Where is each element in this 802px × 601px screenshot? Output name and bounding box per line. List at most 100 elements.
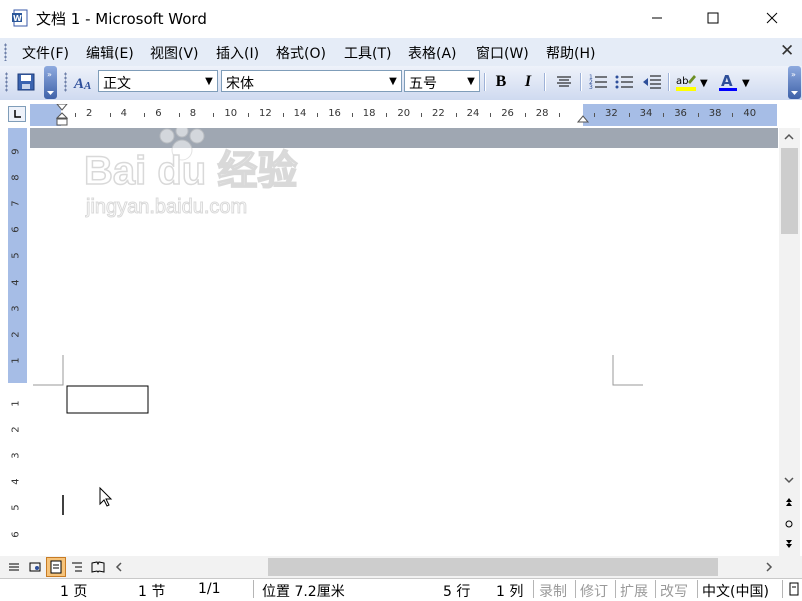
- save-button[interactable]: [14, 71, 38, 93]
- bulleted-list-icon: [615, 75, 633, 89]
- ruler-tick: [559, 113, 561, 117]
- close-button[interactable]: [743, 0, 801, 36]
- highlight-button[interactable]: ab: [674, 71, 698, 93]
- status-separator: [575, 580, 576, 598]
- font-color-icon: A: [719, 72, 737, 91]
- status-ovr[interactable]: 改写: [660, 581, 688, 601]
- ruler-tick-label: 5: [10, 504, 22, 512]
- svg-text:ab: ab: [676, 76, 688, 87]
- style-combo[interactable]: 正文 ▼: [98, 70, 218, 92]
- status-page: 1 页: [60, 584, 88, 600]
- status-rec[interactable]: 录制: [539, 581, 567, 601]
- ruler-tick: [524, 113, 526, 117]
- ruler-tick-label: 20: [397, 108, 411, 119]
- minimize-button[interactable]: [628, 0, 686, 36]
- ruler-tick: [75, 113, 76, 117]
- menu-view[interactable]: 视图(V): [150, 43, 199, 63]
- decrease-indent-button[interactable]: [640, 71, 664, 93]
- previous-page-icon[interactable]: [783, 496, 795, 508]
- horizontal-ruler[interactable]: 2 4 6 8 10 12 14 16 18 20 22 24 26 28 32 34 36 38 40: [30, 104, 777, 126]
- ruler-tick: [248, 113, 249, 117]
- style-value: 正文: [103, 76, 131, 92]
- web-layout-view-icon[interactable]: [29, 561, 41, 573]
- styles-button[interactable]: A A: [72, 71, 96, 93]
- ruler-tick-label: 5: [10, 252, 22, 260]
- indent-marker-icon[interactable]: [56, 104, 68, 126]
- text-box[interactable]: [66, 385, 149, 414]
- status-language: 中文(中国): [702, 584, 769, 600]
- bullets-button[interactable]: [612, 71, 636, 93]
- ruler-tick-label: 34: [639, 108, 653, 119]
- ruler-tick-label: 36: [674, 108, 687, 119]
- font-color-button[interactable]: A: [716, 71, 740, 93]
- vertical-scroll-thumb[interactable]: [781, 148, 798, 234]
- spelling-status-icon[interactable]: [788, 582, 800, 596]
- menu-file[interactable]: 文件(F): [22, 43, 69, 63]
- font-size-combo[interactable]: 五号 ▼: [404, 70, 480, 92]
- svg-text:A: A: [83, 80, 91, 92]
- menubar-grip[interactable]: [4, 43, 7, 61]
- menu-help[interactable]: 帮助(H): [546, 43, 595, 63]
- menu-tools[interactable]: 工具(T): [344, 43, 391, 63]
- ruler-tick: [490, 113, 492, 117]
- status-ext[interactable]: 扩展: [620, 581, 648, 601]
- ruler-tick: [282, 113, 284, 117]
- numbering-button[interactable]: 1 2 3: [586, 71, 610, 93]
- status-separator: [697, 580, 698, 598]
- font-combo[interactable]: 宋体 ▼: [221, 70, 402, 92]
- print-layout-view-button[interactable]: [46, 557, 66, 577]
- svg-text:»: »: [47, 70, 52, 79]
- formatting-toolbar: » A A 正文 ▼ 宋体 ▼ 五号 ▼ B I 1 2 3 ab ▼ A ▼ …: [0, 66, 802, 101]
- toolbar-overflow-chevron[interactable]: »: [788, 66, 801, 99]
- status-trk[interactable]: 修订: [580, 581, 608, 601]
- window-title: 文档 1 - Microsoft Word: [36, 10, 207, 28]
- menu-table[interactable]: 表格(A): [408, 43, 457, 63]
- crop-mark-left: [33, 355, 64, 386]
- tab-selector[interactable]: [8, 106, 26, 122]
- menu-insert[interactable]: 插入(I): [216, 43, 259, 63]
- toolbar-grip[interactable]: [5, 72, 8, 92]
- ruler-tick-label: 8: [189, 108, 197, 119]
- scroll-up-icon[interactable]: [783, 132, 795, 142]
- maximize-button[interactable]: [684, 0, 742, 36]
- scroll-left-icon[interactable]: [114, 561, 124, 573]
- right-indent-marker-icon[interactable]: [577, 112, 589, 124]
- outline-view-icon[interactable]: [71, 561, 83, 573]
- menu-window[interactable]: 窗口(W): [476, 43, 529, 63]
- menu-edit[interactable]: 编辑(E): [86, 43, 134, 63]
- menu-format[interactable]: 格式(O): [276, 43, 326, 63]
- ruler-tick-label: 3: [10, 452, 22, 459]
- chevron-down-icon[interactable]: ▼: [385, 71, 401, 91]
- ruler-tick-label: 12: [259, 108, 272, 119]
- ruler-tick-label: 18: [362, 108, 376, 119]
- reading-layout-view-icon[interactable]: [91, 560, 105, 574]
- chevron-down-icon[interactable]: ▼: [201, 71, 217, 91]
- ruler-tick-label: 3: [10, 304, 22, 312]
- ruler-tick-label: 9: [10, 148, 22, 155]
- crop-mark-right: [612, 355, 643, 386]
- chevron-down-icon[interactable]: ▼: [700, 78, 708, 89]
- status-column: 1 列: [496, 584, 524, 600]
- normal-view-icon[interactable]: [8, 561, 20, 573]
- italic-button[interactable]: I: [516, 71, 540, 93]
- chevron-down-icon[interactable]: ▼: [742, 78, 750, 89]
- scroll-right-icon[interactable]: [764, 561, 774, 573]
- toolbar-grip-2[interactable]: [64, 72, 67, 92]
- select-browse-object-icon[interactable]: [783, 518, 795, 530]
- document-close-button[interactable]: ✕: [780, 41, 794, 61]
- bold-button[interactable]: B: [489, 71, 513, 93]
- next-page-icon[interactable]: [783, 538, 795, 550]
- status-page-of: 1/1: [198, 581, 221, 597]
- ruler-tick: [144, 113, 146, 117]
- scroll-down-icon[interactable]: [783, 475, 795, 485]
- toolbar-options-chevron[interactable]: »: [44, 66, 57, 99]
- minimize-icon: [652, 17, 662, 19]
- chevron-down-icon[interactable]: ▼: [463, 71, 479, 91]
- horizontal-scroll-thumb[interactable]: [268, 558, 718, 576]
- align-center-button[interactable]: [552, 71, 576, 93]
- vertical-ruler[interactable]: 9 8 7 6 5 4 3 2 1 1 2 3 4 5 6: [8, 128, 27, 558]
- highlighter-icon: ab: [676, 75, 696, 91]
- ruler-tick-label: 22: [432, 108, 445, 119]
- ruler-tick-label: 1: [10, 400, 22, 407]
- ruler-tick-label: 7: [10, 200, 22, 207]
